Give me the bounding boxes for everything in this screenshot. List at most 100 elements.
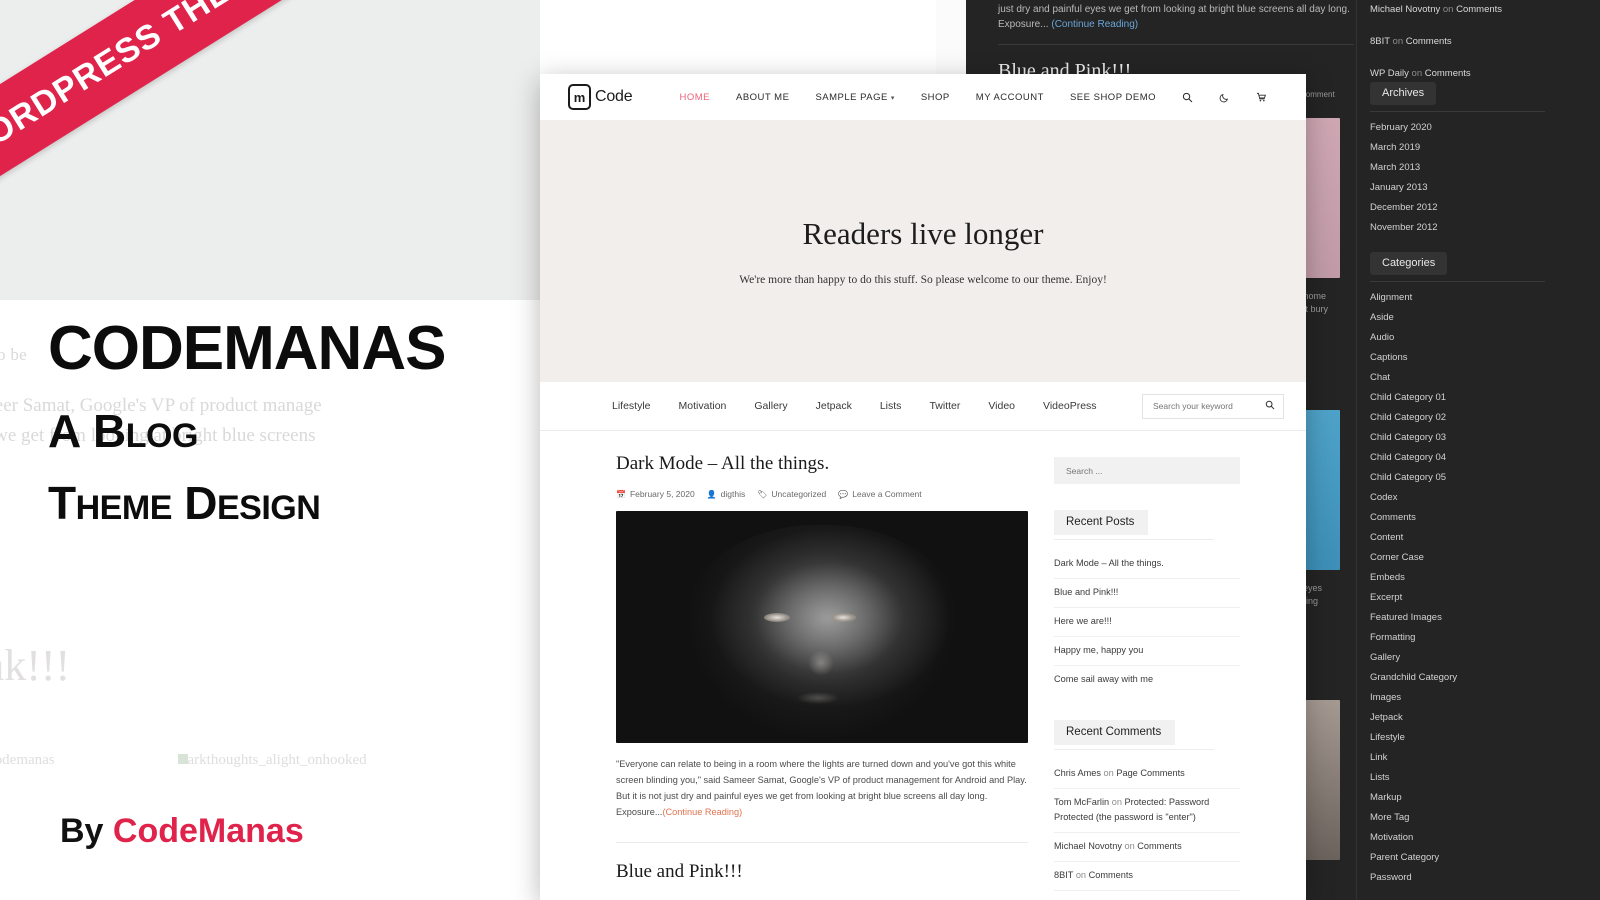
dark-category-link[interactable]: Captions xyxy=(1370,348,1590,368)
recent-comment-item[interactable]: Chris Ames on Page Comments xyxy=(1054,760,1240,789)
category-video[interactable]: Video xyxy=(988,400,1015,412)
dark-category-link[interactable]: Parent Category xyxy=(1370,848,1590,868)
dark-sidebar-divider xyxy=(1356,0,1357,900)
category-lists[interactable]: Lists xyxy=(880,400,902,412)
recent-post-item[interactable]: Happy me, happy you xyxy=(1054,637,1240,666)
dark-category-link[interactable]: Formatting xyxy=(1370,628,1590,648)
face-mouth xyxy=(797,691,840,704)
recent-post-item[interactable]: Here we are!!! xyxy=(1054,608,1240,637)
recent-post-item[interactable]: Dark Mode – All the things. xyxy=(1054,550,1240,579)
dark-comment-item[interactable]: Michael Novotny on Comments xyxy=(1370,0,1590,20)
dark-category-link[interactable]: Codex xyxy=(1370,488,1590,508)
dark-category-link[interactable]: Markup xyxy=(1370,788,1590,808)
dark-category-link[interactable]: Child Category 01 xyxy=(1370,388,1590,408)
dark-category-link[interactable]: Excerpt xyxy=(1370,588,1590,608)
sidebar-search-box[interactable] xyxy=(1054,457,1240,484)
category-twitter[interactable]: Twitter xyxy=(929,400,960,412)
nav-item-see-shop-demo[interactable]: SEE SHOP DEMO xyxy=(1057,92,1169,103)
recent-comment-item[interactable]: Tom McFarlin on Protected: Password Prot… xyxy=(1054,789,1240,833)
nav-item-shop[interactable]: SHOP xyxy=(908,92,963,103)
dark-archives-widget: Archives February 2020 March 2019 March … xyxy=(1370,82,1590,238)
sidebar-search-input[interactable] xyxy=(1064,464,1230,477)
recent-comment-item[interactable]: 8BIT on Comments xyxy=(1054,862,1240,891)
dark-archive-link[interactable]: January 2013 xyxy=(1370,178,1590,198)
dark-category-link[interactable]: Password xyxy=(1370,868,1590,888)
dark-category-link[interactable]: Corner Case xyxy=(1370,548,1590,568)
nav-item-my-account[interactable]: MY ACCOUNT xyxy=(963,92,1057,103)
tag-icon: 🏷 xyxy=(757,489,768,499)
recent-comment-item[interactable]: WP Daily on Comments xyxy=(1054,891,1240,900)
nav-item-home[interactable]: HOME xyxy=(666,92,723,103)
post-author[interactable]: 👤 digthis xyxy=(707,489,746,499)
dark-category-link[interactable]: Child Category 04 xyxy=(1370,448,1590,468)
category-motivation[interactable]: Motivation xyxy=(679,400,727,412)
category-lifestyle[interactable]: Lifestyle xyxy=(612,400,651,412)
dark-category-link[interactable]: Gallery xyxy=(1370,648,1590,668)
cart-icon[interactable] xyxy=(1243,92,1280,103)
dark-comment-item[interactable]: 8BIT on Comments xyxy=(1370,32,1590,52)
dark-category-link[interactable]: Link xyxy=(1370,748,1590,768)
dark-category-link[interactable]: Jetpack xyxy=(1370,708,1590,728)
category-navigation-bar: Lifestyle Motivation Gallery Jetpack Lis… xyxy=(540,382,1306,431)
dark-category-link[interactable]: Chat xyxy=(1370,368,1590,388)
keyword-search-input[interactable] xyxy=(1151,400,1265,412)
dark-category-link[interactable]: More Tag xyxy=(1370,808,1590,828)
post-category[interactable]: 🏷 Uncategorized xyxy=(757,489,826,499)
dark-category-link[interactable]: Child Category 02 xyxy=(1370,408,1590,428)
continue-reading-link[interactable]: (Continue Reading) xyxy=(662,807,742,817)
dark-category-link[interactable]: Child Category 03 xyxy=(1370,428,1590,448)
dark-category-link[interactable]: Comments xyxy=(1370,508,1590,528)
dark-mode-icon[interactable] xyxy=(1206,92,1243,103)
dark-category-link[interactable]: Lists xyxy=(1370,768,1590,788)
dark-archive-link[interactable]: March 2019 xyxy=(1370,138,1590,158)
dark-category-link[interactable]: Grandchild Category xyxy=(1370,668,1590,688)
nav-item-sample-page[interactable]: SAMPLE PAGE ▾ xyxy=(802,92,907,103)
dark-category-link[interactable]: Content xyxy=(1370,528,1590,548)
promo-byline-prefix: By xyxy=(60,812,104,850)
dark-comment-item[interactable]: WP Daily on Comments xyxy=(1370,64,1590,84)
recent-comment-item[interactable]: Michael Novotny on Comments xyxy=(1054,833,1240,862)
dark-archive-link[interactable]: November 2012 xyxy=(1370,218,1590,238)
recent-post-item[interactable]: Blue and Pink!!! xyxy=(1054,579,1240,608)
site-logo[interactable]: m Code xyxy=(568,84,633,110)
dark-category-link[interactable]: Motivation xyxy=(1370,828,1590,848)
post-featured-image[interactable] xyxy=(616,511,1028,743)
logo-text: Code xyxy=(595,88,633,105)
ghost-square-icon xyxy=(178,754,188,764)
post-date: 📅 February 5, 2020 xyxy=(616,489,695,499)
category-videopress[interactable]: VideoPress xyxy=(1043,400,1097,412)
category-jetpack[interactable]: Jetpack xyxy=(816,400,852,412)
promo-subtitle-line2: THEME DESIGN xyxy=(48,477,321,529)
face-nose xyxy=(807,650,834,677)
dark-categories-title: Categories xyxy=(1370,252,1448,275)
post-title[interactable]: Dark Mode – All the things. xyxy=(616,453,1028,475)
dark-category-link[interactable]: Images xyxy=(1370,688,1590,708)
dark-continue-reading-link[interactable]: (Continue Reading) xyxy=(1051,19,1138,30)
hero-banner: Readers live longer We're more than happ… xyxy=(540,120,1306,382)
second-post-title[interactable]: Blue and Pink!!! xyxy=(616,861,1028,883)
search-icon[interactable] xyxy=(1169,92,1206,103)
search-icon[interactable] xyxy=(1265,400,1275,413)
dark-category-link[interactable]: Aside xyxy=(1370,308,1590,328)
dark-archive-link[interactable]: December 2012 xyxy=(1370,198,1590,218)
main-content-column: Dark Mode – All the things. 📅 February 5… xyxy=(616,453,1028,900)
category-gallery[interactable]: Gallery xyxy=(754,400,787,412)
post-comments-link[interactable]: 💬 Leave a Comment xyxy=(838,489,921,499)
dark-archive-link[interactable]: February 2020 xyxy=(1370,118,1590,138)
dark-category-link[interactable]: Child Category 05 xyxy=(1370,468,1590,488)
dark-categories-widget: Categories Alignment Aside Audio Captions Ch… xyxy=(1370,252,1590,888)
dark-categories-underline xyxy=(1370,281,1545,282)
dark-category-link[interactable]: Audio xyxy=(1370,328,1590,348)
dark-categories-list: Alignment Aside Audio Captions Chat Child Cat… xyxy=(1370,288,1590,888)
dark-archive-link[interactable]: March 2013 xyxy=(1370,158,1590,178)
dark-archives-title: Archives xyxy=(1370,82,1437,105)
promo-title-block: CODEMANAS A BLOG THEME DESIGN xyxy=(48,318,538,529)
dark-category-link[interactable]: Lifestyle xyxy=(1370,728,1590,748)
nav-item-about-me[interactable]: ABOUT ME xyxy=(723,92,802,103)
keyword-search-box[interactable] xyxy=(1142,393,1284,419)
recent-post-item[interactable]: Come sail away with me xyxy=(1054,666,1240,694)
recent-posts-widget: Recent Posts Dark Mode – All the things.… xyxy=(1054,510,1240,694)
dark-category-link[interactable]: Embeds xyxy=(1370,568,1590,588)
dark-category-link[interactable]: Alignment xyxy=(1370,288,1590,308)
dark-category-link[interactable]: Featured Images xyxy=(1370,608,1590,628)
